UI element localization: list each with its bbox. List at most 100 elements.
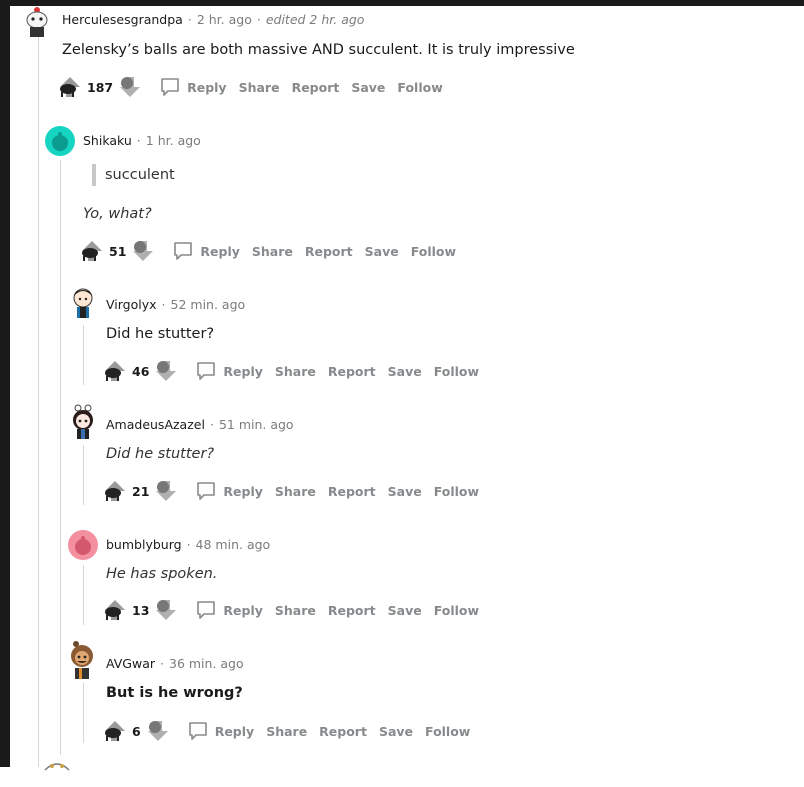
reply-button[interactable]: Reply <box>172 240 240 262</box>
share-button[interactable]: Share <box>252 244 293 259</box>
comment-actions: 13 Reply Share Report Save Follow <box>102 597 479 623</box>
author-name[interactable]: AmadeusAzazel <box>106 417 205 432</box>
window-left-bar <box>0 0 10 767</box>
comment-icon <box>174 242 193 260</box>
avatar[interactable] <box>45 126 75 156</box>
thread-line-1[interactable] <box>38 36 39 767</box>
upvote-icon[interactable] <box>57 74 83 100</box>
timestamp[interactable]: 51 min. ago <box>219 417 294 432</box>
follow-button[interactable]: Follow <box>434 364 479 379</box>
save-button[interactable]: Save <box>379 724 413 739</box>
avatar[interactable] <box>42 757 72 787</box>
save-button[interactable]: Save <box>388 364 422 379</box>
comment-header: Shikaku · 1 hr. ago <box>83 133 201 148</box>
report-button[interactable]: Report <box>328 484 376 499</box>
comment-icon <box>161 78 179 96</box>
follow-button[interactable]: Follow <box>397 80 442 95</box>
downvote-icon[interactable] <box>153 597 179 623</box>
comment-header: bumblyburg · 48 min. ago <box>106 537 270 552</box>
downvote-icon[interactable] <box>130 238 156 264</box>
upvote-icon[interactable] <box>102 597 128 623</box>
author-name[interactable]: bumblyburg <box>106 537 182 552</box>
comment-actions: 21 Reply Share Report Save Follow <box>102 478 479 504</box>
share-button[interactable]: Share <box>275 364 316 379</box>
share-button[interactable]: Share <box>239 80 280 95</box>
comment-body: He has spoken. <box>106 566 218 582</box>
thread-line-6[interactable] <box>83 683 84 743</box>
vote-score: 21 <box>132 483 150 499</box>
thread-line-2[interactable] <box>60 160 61 755</box>
author-name[interactable]: Shikaku <box>83 133 132 148</box>
comment-body: But is he wrong? <box>106 685 243 701</box>
comment-header: AmadeusAzazel · 51 min. ago <box>106 417 294 432</box>
report-button[interactable]: Report <box>305 244 353 259</box>
save-button[interactable]: Save <box>388 603 422 618</box>
comment-actions: 6 Reply Share Report Save Follow <box>102 718 470 744</box>
comment-icon <box>188 722 207 740</box>
vote-score: 13 <box>132 602 150 618</box>
downvote-icon[interactable] <box>153 358 179 384</box>
vote-score: 6 <box>132 723 141 739</box>
downvote-icon[interactable] <box>117 74 143 100</box>
downvote-icon[interactable] <box>153 478 179 504</box>
report-button[interactable]: Report <box>319 724 367 739</box>
separator: · <box>209 417 214 432</box>
comment-header: Virgolyx · 52 min. ago <box>106 297 245 312</box>
save-button[interactable]: Save <box>365 244 399 259</box>
report-button[interactable]: Report <box>292 80 340 95</box>
timestamp[interactable]: 1 hr. ago <box>146 133 201 148</box>
downvote-icon[interactable] <box>145 718 171 744</box>
timestamp[interactable]: 36 min. ago <box>169 656 244 671</box>
follow-button[interactable]: Follow <box>425 724 470 739</box>
upvote-icon[interactable] <box>102 478 128 504</box>
upvote-icon[interactable] <box>79 238 105 264</box>
timestamp[interactable]: 2 hr. ago <box>197 12 252 27</box>
avatar[interactable] <box>68 284 98 318</box>
reply-button[interactable]: Reply <box>195 599 263 621</box>
avatar[interactable] <box>68 402 98 439</box>
follow-button[interactable]: Follow <box>411 244 456 259</box>
author-name[interactable]: AVGwar <box>106 656 155 671</box>
comment-body: Yo, what? <box>83 206 152 222</box>
comment-actions: 51 Reply Share Report Save Follow <box>79 238 456 264</box>
comment-body: Zelensky’s balls are both massive AND su… <box>62 42 575 58</box>
upvote-icon[interactable] <box>102 358 128 384</box>
separator: · <box>256 12 261 27</box>
timestamp[interactable]: 48 min. ago <box>196 537 271 552</box>
thread-line-5[interactable] <box>83 565 84 625</box>
separator: · <box>187 12 192 27</box>
reply-button[interactable]: Reply <box>159 76 227 98</box>
avatar[interactable] <box>66 638 96 679</box>
vote-score: 51 <box>109 243 127 259</box>
follow-button[interactable]: Follow <box>434 484 479 499</box>
comment-actions: 46 Reply Share Report Save Follow <box>102 358 479 384</box>
follow-button[interactable]: Follow <box>434 603 479 618</box>
edited-label: edited 2 hr. ago <box>265 12 365 27</box>
comment-header: Herculesesgrandpa · 2 hr. ago · edited 2… <box>62 12 364 27</box>
separator: · <box>161 297 166 312</box>
timestamp[interactable]: 52 min. ago <box>171 297 246 312</box>
avatar[interactable] <box>68 530 98 560</box>
share-button[interactable]: Share <box>266 724 307 739</box>
thread-line-3[interactable] <box>83 325 84 385</box>
vote-score: 46 <box>132 363 150 379</box>
blockquote: succulent <box>92 164 175 186</box>
save-button[interactable]: Save <box>388 484 422 499</box>
report-button[interactable]: Report <box>328 364 376 379</box>
reply-button[interactable]: Reply <box>187 720 254 742</box>
thread-line-4[interactable] <box>83 445 84 505</box>
comment-actions: 187 Reply Share Report Save Follow <box>57 74 443 100</box>
reply-button[interactable]: Reply <box>195 480 263 502</box>
author-name[interactable]: Virgolyx <box>106 297 157 312</box>
comment-icon <box>197 601 216 619</box>
author-name[interactable]: Herculesesgrandpa <box>62 12 183 27</box>
share-button[interactable]: Share <box>275 603 316 618</box>
avatar[interactable] <box>22 4 52 37</box>
vote-score: 187 <box>87 79 114 95</box>
share-button[interactable]: Share <box>275 484 316 499</box>
reply-button[interactable]: Reply <box>195 360 263 382</box>
save-button[interactable]: Save <box>351 80 385 95</box>
upvote-icon[interactable] <box>102 718 128 744</box>
report-button[interactable]: Report <box>328 603 376 618</box>
comment-body: Did he stutter? <box>106 326 215 342</box>
